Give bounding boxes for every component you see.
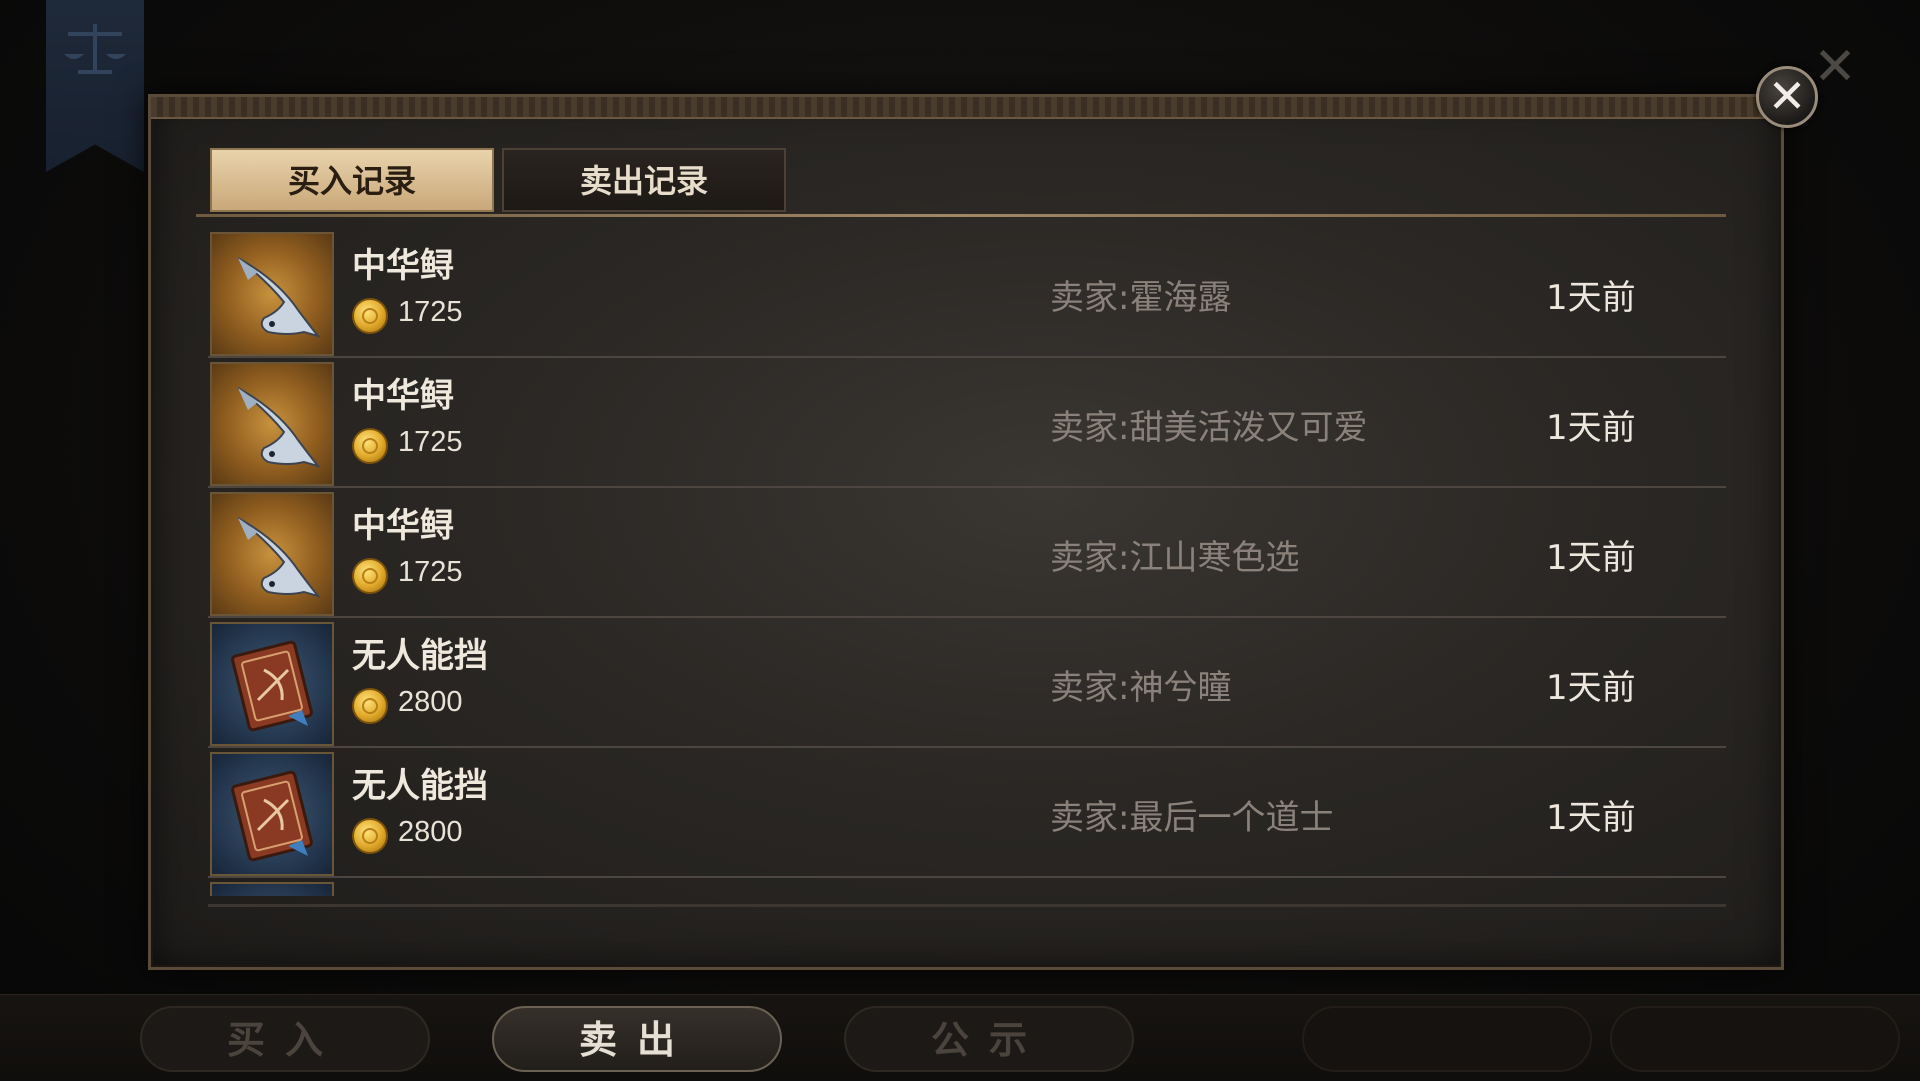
sturgeon-fish-icon bbox=[237, 517, 321, 598]
nav-placeholder bbox=[1302, 1006, 1592, 1072]
record-time: 1天前 bbox=[1546, 408, 1636, 448]
skill-book-icon bbox=[231, 640, 313, 732]
list-item[interactable]: 中华鲟 1725 卖家:霍海露 1天前 bbox=[208, 230, 1726, 358]
record-list[interactable]: 中华鲟 1725 卖家:霍海露 1天前 中华鲟 1725 卖家:甜美活泼又可爱 … bbox=[208, 230, 1726, 896]
item-name: 中华鲟 bbox=[352, 246, 454, 286]
record-time: 1天前 bbox=[1546, 668, 1636, 708]
seller-name: 卖家:最后一个道士 bbox=[1050, 798, 1334, 838]
record-time: 1天前 bbox=[1546, 538, 1636, 578]
gold-coin-icon bbox=[352, 558, 388, 594]
item-name: 中华鲟 bbox=[352, 376, 454, 416]
tab-sell-records[interactable]: 卖出记录 bbox=[502, 148, 786, 212]
dialog-ornament-bar bbox=[151, 97, 1781, 119]
list-item[interactable]: 无人能挡 2800 卖家:最后一个道士 1天前 bbox=[208, 750, 1726, 878]
guild-banner bbox=[46, 0, 144, 172]
close-button[interactable]: ✕ bbox=[1756, 66, 1818, 128]
record-time: 1天前 bbox=[1546, 278, 1636, 318]
item-name: 无人能挡 bbox=[352, 766, 488, 806]
record-time: 1天前 bbox=[1546, 798, 1636, 838]
item-price: 1725 bbox=[398, 556, 463, 588]
item-slot[interactable] bbox=[210, 752, 334, 876]
seller-name: 卖家:神兮瞳 bbox=[1050, 668, 1232, 708]
tab-divider bbox=[196, 214, 1726, 217]
item-price: 2800 bbox=[398, 686, 463, 718]
item-name: 中华鲟 bbox=[352, 506, 454, 546]
sturgeon-fish-icon bbox=[237, 387, 321, 468]
scales-icon bbox=[64, 24, 126, 74]
item-name: 无人能挡 bbox=[352, 636, 488, 676]
nav-notice-button[interactable]: 公示 bbox=[844, 1006, 1134, 1072]
item-price: 1725 bbox=[398, 296, 463, 328]
list-item-partial[interactable] bbox=[208, 880, 1726, 896]
item-slot[interactable] bbox=[210, 232, 334, 356]
list-item[interactable]: 中华鲟 1725 卖家:甜美活泼又可爱 1天前 bbox=[208, 360, 1726, 488]
close-icon: ✕ bbox=[1767, 69, 1807, 123]
item-slot[interactable] bbox=[210, 492, 334, 616]
tab-buy-records[interactable]: 买入记录 bbox=[210, 148, 494, 212]
nav-placeholder bbox=[1610, 1006, 1900, 1072]
item-slot[interactable] bbox=[210, 882, 334, 896]
item-price: 2800 bbox=[398, 816, 463, 848]
list-bottom-border bbox=[208, 904, 1726, 907]
gold-coin-icon bbox=[352, 428, 388, 464]
item-price: 1725 bbox=[398, 426, 463, 458]
list-item[interactable]: 中华鲟 1725 卖家:江山寒色选 1天前 bbox=[208, 490, 1726, 618]
nav-buy-button[interactable]: 买入 bbox=[140, 1006, 430, 1072]
seller-name: 卖家:甜美活泼又可爱 bbox=[1050, 408, 1368, 448]
list-item[interactable]: 无人能挡 2800 卖家:神兮瞳 1天前 bbox=[208, 620, 1726, 748]
gold-coin-icon bbox=[352, 818, 388, 854]
sturgeon-fish-icon bbox=[237, 257, 321, 338]
gold-coin-icon bbox=[352, 688, 388, 724]
background-close-icon: ✕ bbox=[1813, 37, 1857, 97]
skill-book-icon bbox=[231, 770, 313, 862]
nav-sell-button[interactable]: 卖出 bbox=[492, 1006, 782, 1072]
seller-name: 卖家:霍海露 bbox=[1050, 278, 1232, 318]
item-slot[interactable] bbox=[210, 362, 334, 486]
gold-coin-icon bbox=[352, 298, 388, 334]
seller-name: 卖家:江山寒色选 bbox=[1050, 538, 1300, 578]
item-slot[interactable] bbox=[210, 622, 334, 746]
